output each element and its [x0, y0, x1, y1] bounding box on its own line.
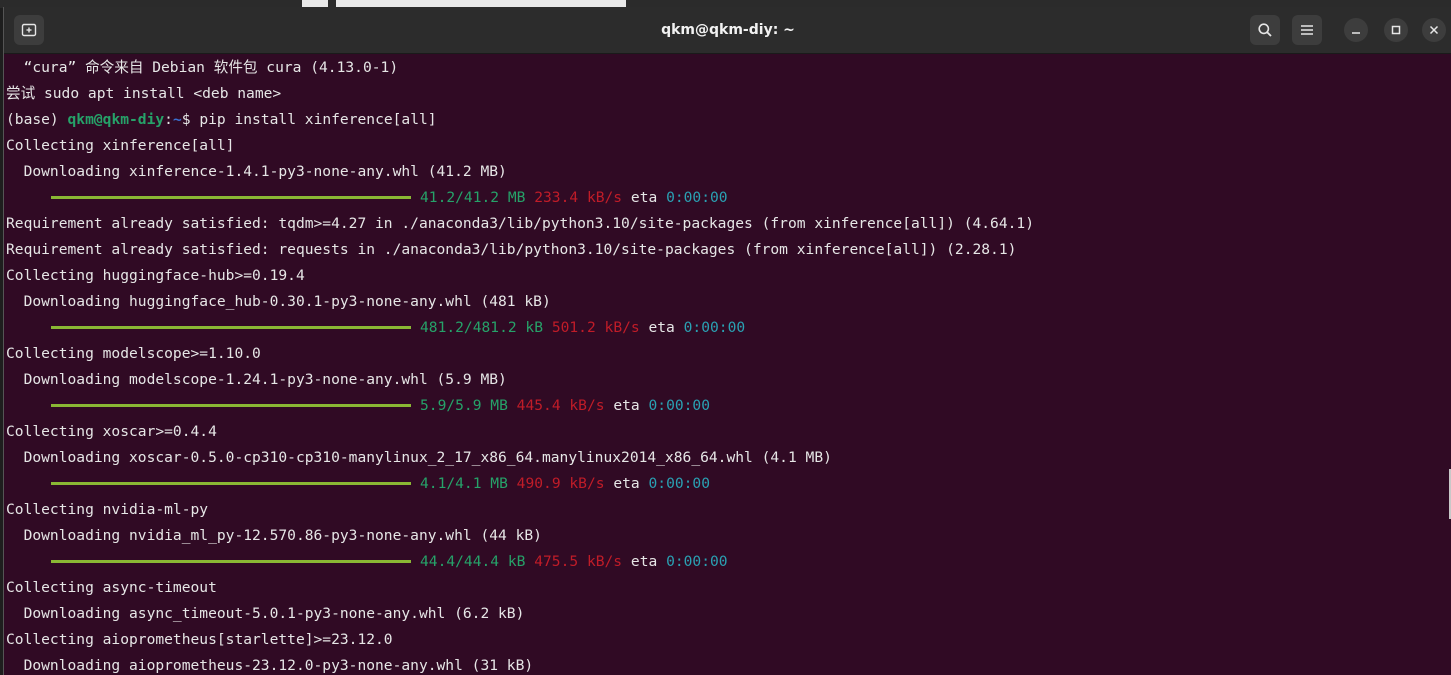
eta-time: 0:00:00 — [683, 319, 746, 336]
download-speed: 475.5 kB/s — [534, 553, 623, 570]
terminal-line: Collecting async-timeout — [6, 579, 217, 596]
terminal-line: Downloading async_timeout-5.0.1-py3-none… — [6, 605, 525, 622]
terminal-line: Collecting aioprometheus[starlette]>=23.… — [6, 631, 393, 648]
progress-line: 481.2/481.2 kB 501.2 kB/s eta 0:00:00 — [6, 315, 1451, 341]
eta-label: eta — [613, 397, 640, 414]
download-speed: 445.4 kB/s — [516, 397, 605, 414]
window-title: qkm@qkm-diy: ~ — [661, 22, 795, 38]
download-speed: 490.9 kB/s — [516, 475, 605, 492]
prompt-user-host: qkm@qkm-diy — [67, 111, 165, 128]
download-size: 41.2/41.2 MB — [420, 189, 526, 206]
progress-line: 5.9/5.9 MB 445.4 kB/s eta 0:00:00 — [6, 393, 1451, 419]
progress-line: 41.2/41.2 MB 233.4 kB/s eta 0:00:00 — [6, 185, 1451, 211]
download-size: 5.9/5.9 MB — [420, 397, 508, 414]
eta-label: eta — [630, 553, 658, 570]
terminal-line: Collecting xoscar>=0.4.4 — [6, 423, 217, 440]
progress-bar — [51, 195, 411, 199]
search-icon — [1258, 23, 1272, 37]
terminal-line: Collecting modelscope>=1.10.0 — [6, 345, 261, 362]
progress-bar — [51, 325, 411, 329]
hamburger-menu-icon — [1301, 25, 1313, 35]
prompt-command: pip install xinference[all] — [199, 111, 437, 128]
download-speed: 233.4 kB/s — [534, 189, 623, 206]
terminal-line: Downloading xoscar-0.5.0-cp310-cp310-man… — [6, 449, 832, 466]
download-size: 481.2/481.2 kB — [420, 319, 544, 336]
close-button[interactable] — [1422, 18, 1446, 42]
terminal-output[interactable]: “cura” 命令来自 Debian 软件包 cura (4.13.0-1) 尝… — [6, 55, 1451, 675]
terminal-line: 尝试 sudo apt install <deb name> — [6, 85, 282, 102]
prompt-line: (base) qkm@qkm-diy:~$ pip install xinfer… — [6, 107, 1451, 133]
terminal-line: Requirement already satisfied: tqdm>=4.2… — [6, 215, 1034, 232]
terminal-line: Requirement already satisfied: requests … — [6, 241, 1017, 258]
menu-button[interactable] — [1292, 15, 1322, 45]
maximize-button[interactable] — [1384, 18, 1408, 42]
prompt-symbol: $ — [181, 111, 200, 128]
eta-time: 0:00:00 — [648, 475, 711, 492]
download-size: 4.1/4.1 MB — [420, 475, 508, 492]
title-bar[interactable]: qkm@qkm-diy: ~ — [4, 7, 1451, 54]
terminal-line: “cura” 命令来自 Debian 软件包 cura (4.13.0-1) — [6, 59, 399, 76]
prompt-separator: : — [164, 111, 173, 128]
terminal-line: Downloading huggingface_hub-0.30.1-py3-n… — [6, 293, 551, 310]
minimize-button[interactable] — [1344, 18, 1368, 42]
eta-label: eta — [613, 475, 640, 492]
progress-bar — [51, 403, 411, 407]
eta-time: 0:00:00 — [648, 397, 711, 414]
terminal-line: Collecting xinference[all] — [6, 137, 235, 154]
terminal-line: Downloading aioprometheus-23.12.0-py3-no… — [6, 657, 534, 674]
terminal-line: Downloading xinference-1.4.1-py3-none-an… — [6, 163, 507, 180]
search-button[interactable] — [1250, 15, 1280, 45]
download-size: 44.4/44.4 kB — [420, 553, 526, 570]
download-speed: 501.2 kB/s — [551, 319, 640, 336]
terminal-line: Downloading modelscope-1.24.1-py3-none-a… — [6, 371, 507, 388]
progress-bar — [51, 481, 411, 485]
progress-line: 4.1/4.1 MB 490.9 kB/s eta 0:00:00 — [6, 471, 1451, 497]
minimize-icon — [1352, 32, 1360, 34]
terminal-line: Downloading nvidia_ml_py-12.570.86-py3-n… — [6, 527, 542, 544]
prompt-path: ~ — [172, 111, 182, 128]
close-icon — [1429, 25, 1439, 35]
eta-time: 0:00:00 — [666, 189, 728, 206]
progress-line: 44.4/44.4 kB 475.5 kB/s eta 0:00:00 — [6, 549, 1451, 575]
terminal-window: qkm@qkm-diy: ~ “cura” 命令来自 Debian 软件包 cu… — [3, 7, 1451, 675]
terminal-line: Collecting huggingface-hub>=0.19.4 — [6, 267, 305, 284]
terminal-line: Collecting nvidia-ml-py — [6, 501, 209, 518]
eta-label: eta — [630, 189, 658, 206]
maximize-icon — [1391, 25, 1401, 35]
conda-env: (base) — [6, 111, 68, 128]
progress-bar — [51, 559, 411, 563]
eta-time: 0:00:00 — [666, 553, 728, 570]
eta-label: eta — [648, 319, 675, 336]
